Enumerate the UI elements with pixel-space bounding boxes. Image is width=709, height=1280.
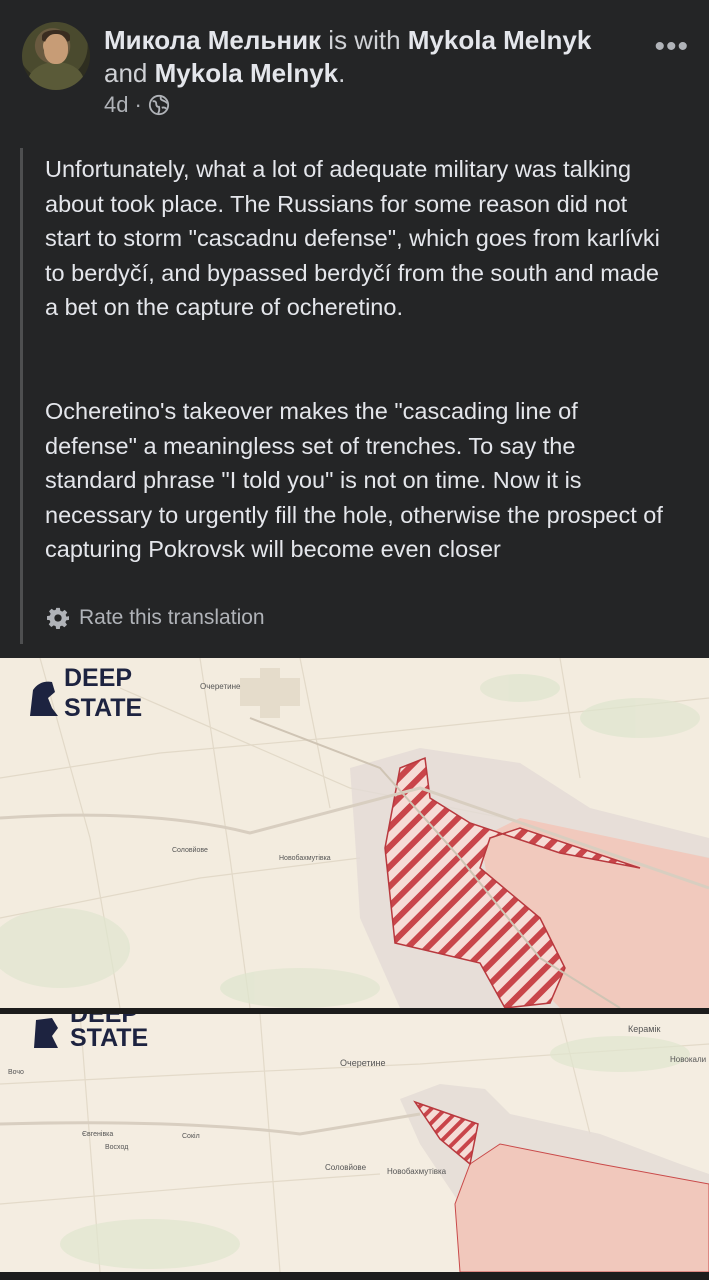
place-label: Соловйове — [325, 1163, 367, 1172]
place-label: Новобахмутівка — [387, 1167, 447, 1176]
tagged-user-link[interactable]: Mykola Melnyk — [408, 25, 592, 55]
map-image-2[interactable]: DEEP STATE Очеретине Керамік Новокали Во… — [0, 1014, 709, 1272]
post-header: Микола Мельник is with Mykola Melnyk and… — [0, 0, 709, 140]
logo-state: STATE — [64, 694, 142, 722]
place-label: Керамік — [628, 1024, 660, 1034]
tagged-user-link-2[interactable]: Mykola Melnyk — [155, 58, 339, 88]
author-link[interactable]: Микола Мельник — [104, 25, 321, 55]
translated-text: Unfortunately, what a lot of adequate mi… — [20, 148, 687, 644]
rate-translation-button[interactable]: Rate this translation — [47, 606, 265, 630]
place-label: Сокіл — [182, 1132, 200, 1140]
logo-state: STATE — [70, 1024, 148, 1052]
map-image-1[interactable]: DEEP STATE Очеретине Соловйове Новобахму… — [0, 658, 709, 1008]
and-text: and — [104, 58, 155, 88]
title-end: . — [338, 58, 346, 88]
post-meta: 4d · — [104, 92, 170, 118]
place-label: Восход — [105, 1144, 128, 1151]
avatar[interactable] — [22, 22, 90, 90]
globe-icon — [148, 94, 169, 116]
gear-icon — [47, 607, 69, 629]
place-label: Новокали — [670, 1055, 706, 1064]
post-title: Микола Мельник is with Mykola Melnyk and… — [104, 24, 644, 90]
more-options-icon[interactable]: ••• — [654, 30, 689, 64]
bottom-bar — [0, 1272, 709, 1280]
logo-deep: DEEP — [64, 664, 132, 692]
place-label: Євгенівка — [82, 1130, 113, 1138]
with-text: is with — [321, 25, 408, 55]
meta-separator: · — [134, 92, 142, 117]
place-label: Очеретине — [340, 1058, 386, 1068]
post-time[interactable]: 4d — [104, 92, 128, 118]
paragraph-2: Ocheretino's takeover makes the "cascadi… — [45, 398, 663, 563]
rate-translation-label: Rate this translation — [79, 606, 265, 629]
place-label: Новобахмутівка — [279, 854, 331, 862]
place-label: Соловйове — [172, 846, 208, 854]
place-label: Очеретине — [200, 682, 241, 691]
paragraph-1: Unfortunately, what a lot of adequate mi… — [45, 156, 660, 321]
place-label: Вочо — [8, 1069, 24, 1076]
